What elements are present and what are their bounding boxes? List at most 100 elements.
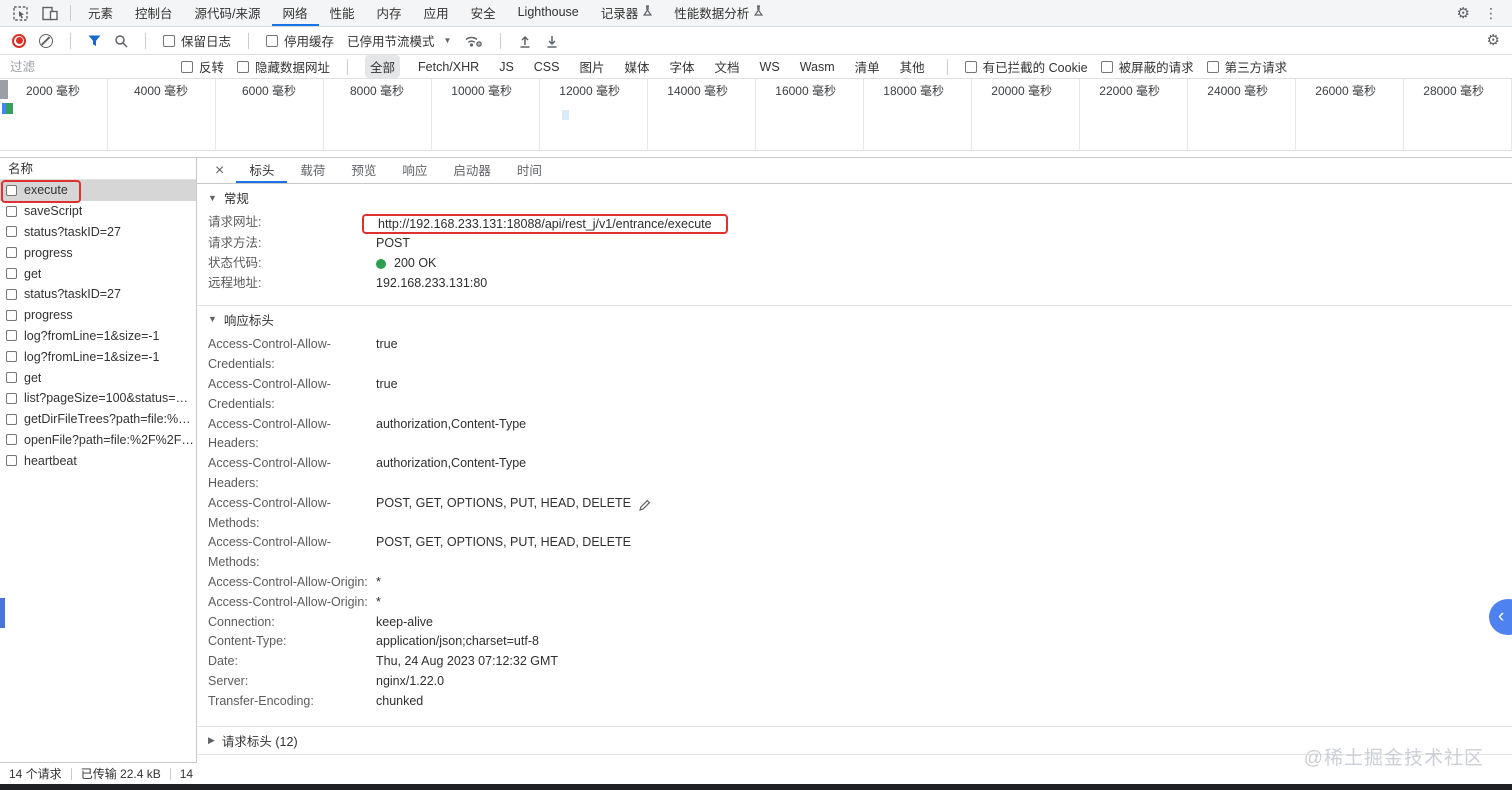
disable-cache-checkbox[interactable]: 停用缓存: [266, 31, 334, 50]
tab-lighthouse[interactable]: Lighthouse: [507, 0, 590, 26]
request-checkbox[interactable]: [6, 434, 17, 446]
request-checkbox[interactable]: [6, 330, 17, 342]
hide-data-urls-checkbox[interactable]: 隐藏数据网址: [237, 57, 330, 76]
request-row[interactable]: saveScript: [0, 201, 196, 222]
request-row[interactable]: progress: [0, 305, 196, 326]
name-column-header[interactable]: 名称: [0, 158, 196, 180]
network-settings-gear-icon[interactable]: ⚙: [1487, 33, 1500, 48]
close-icon[interactable]: ×: [203, 158, 236, 183]
edit-pencil-icon[interactable]: [639, 498, 651, 518]
blocked-cookies-checkbox[interactable]: 有已拦截的 Cookie: [964, 57, 1088, 76]
filter-type[interactable]: JS: [494, 58, 519, 76]
request-row[interactable]: openFile?path=file:%2F%2F%2...: [0, 430, 196, 451]
tab-preview[interactable]: 预览: [338, 158, 389, 183]
tab-headers[interactable]: 标头: [236, 158, 288, 183]
third-party-checkbox[interactable]: 第三方请求: [1206, 57, 1287, 76]
header-row: Transfer-Encoding: chunked: [197, 692, 1512, 712]
request-row[interactable]: log?fromLine=1&size=-1: [0, 346, 196, 367]
response-headers-section-header[interactable]: ▼ 响应标头: [197, 305, 1512, 332]
field-value: 200 OK: [394, 255, 437, 270]
invert-checkbox[interactable]: 反转: [181, 57, 224, 76]
preserve-log-checkbox[interactable]: 保留日志: [163, 31, 231, 50]
checkbox-box[interactable]: [163, 34, 175, 47]
filter-type[interactable]: Wasm: [795, 58, 840, 76]
request-checkbox[interactable]: [6, 226, 17, 238]
divider: [946, 58, 948, 75]
filter-type[interactable]: 媒体: [620, 55, 655, 78]
tab-memory[interactable]: 内存: [366, 0, 413, 26]
search-icon[interactable]: [114, 34, 128, 48]
clear-network-log-icon[interactable]: [39, 33, 53, 48]
request-row[interactable]: execute: [0, 180, 196, 203]
tab-application[interactable]: 应用: [413, 0, 460, 26]
filter-type[interactable]: 清单: [850, 55, 885, 78]
request-checkbox[interactable]: [6, 268, 17, 280]
blocked-requests-checkbox[interactable]: 被屏蔽的请求: [1100, 57, 1194, 76]
timeline-scrub-handle[interactable]: [0, 80, 8, 99]
filter-type[interactable]: 图片: [574, 55, 609, 78]
request-row[interactable]: heartbeat: [0, 450, 196, 471]
export-har-icon[interactable]: [545, 34, 559, 48]
filter-type[interactable]: 其他: [895, 55, 930, 78]
request-row[interactable]: status?taskID=27: [0, 284, 196, 305]
tab-security[interactable]: 安全: [460, 0, 507, 26]
filter-funnel-icon[interactable]: [88, 35, 101, 47]
header-value: application/json;charset=utf-8: [376, 634, 539, 649]
checkbox-box[interactable]: [181, 60, 193, 73]
checkbox-box[interactable]: [1100, 60, 1113, 73]
general-section-header[interactable]: ▼ 常规: [197, 184, 1512, 211]
kebab-menu-icon[interactable]: ⋮: [1484, 6, 1498, 20]
checkbox-box[interactable]: [1206, 60, 1219, 73]
checkbox-box[interactable]: [237, 60, 250, 73]
checkbox-box[interactable]: [266, 34, 279, 47]
tab-initiator[interactable]: 启动器: [440, 158, 504, 183]
request-row[interactable]: progress: [0, 242, 196, 263]
request-checkbox[interactable]: [6, 309, 17, 321]
import-har-icon[interactable]: [518, 34, 532, 48]
request-checkbox[interactable]: [6, 372, 17, 384]
device-toolbar-icon[interactable]: [36, 0, 64, 26]
tab-payload[interactable]: 载荷: [287, 158, 338, 183]
request-checkbox[interactable]: [6, 351, 17, 363]
inspect-element-icon[interactable]: [6, 0, 34, 26]
record-network-log-icon[interactable]: [12, 33, 26, 48]
tab-performance[interactable]: 性能: [319, 0, 366, 26]
tab-sources[interactable]: 源代码/来源: [184, 0, 272, 26]
tab-timing[interactable]: 时间: [504, 158, 555, 183]
tab-elements[interactable]: 元素: [77, 0, 124, 26]
checkbox-box[interactable]: [964, 60, 977, 73]
request-row[interactable]: get: [0, 367, 196, 388]
filter-input[interactable]: [10, 59, 168, 74]
request-checkbox[interactable]: [6, 205, 17, 217]
request-checkbox[interactable]: [6, 184, 17, 196]
filter-type-all[interactable]: 全部: [365, 55, 401, 78]
filter-type[interactable]: 文档: [710, 55, 745, 78]
request-row[interactable]: list?pageSize=100&status=Ru...: [0, 388, 196, 409]
divider: [169, 767, 171, 780]
settings-gear-icon[interactable]: ⚙: [1457, 6, 1470, 21]
filter-type[interactable]: 字体: [665, 55, 700, 78]
request-row[interactable]: getDirFileTrees?path=file:%2F...: [0, 409, 196, 430]
request-checkbox[interactable]: [6, 288, 17, 300]
request-checkbox[interactable]: [6, 392, 17, 404]
headers-view: ▼ 常规 请求网址: http://192.168.233.131:18088/…: [197, 184, 1512, 784]
request-row[interactable]: log?fromLine=1&size=-1: [0, 326, 196, 347]
timeline-tick: 12000 毫秒: [540, 79, 648, 150]
timeline-tick: 6000 毫秒: [216, 79, 324, 150]
request-row[interactable]: status?taskID=27: [0, 222, 196, 243]
request-checkbox[interactable]: [6, 413, 17, 425]
tab-performance-insights[interactable]: 性能数据分析: [663, 0, 774, 26]
request-checkbox[interactable]: [6, 247, 17, 259]
filter-type[interactable]: CSS: [529, 58, 565, 76]
timeline-overview[interactable]: 2000 毫秒 4000 毫秒 6000 毫秒 8000 毫秒 10000 毫秒: [0, 79, 1512, 158]
tab-recorder[interactable]: 记录器: [590, 0, 664, 26]
network-conditions-icon[interactable]: [464, 34, 483, 48]
filter-type[interactable]: WS: [755, 58, 785, 76]
request-checkbox[interactable]: [6, 455, 17, 467]
tab-console[interactable]: 控制台: [124, 0, 184, 26]
tab-response[interactable]: 响应: [389, 158, 440, 183]
throttling-select[interactable]: 已停用节流模式 ▼: [347, 31, 451, 50]
tab-network[interactable]: 网络: [271, 0, 319, 26]
filter-type[interactable]: Fetch/XHR: [413, 58, 484, 76]
request-row[interactable]: get: [0, 263, 196, 284]
